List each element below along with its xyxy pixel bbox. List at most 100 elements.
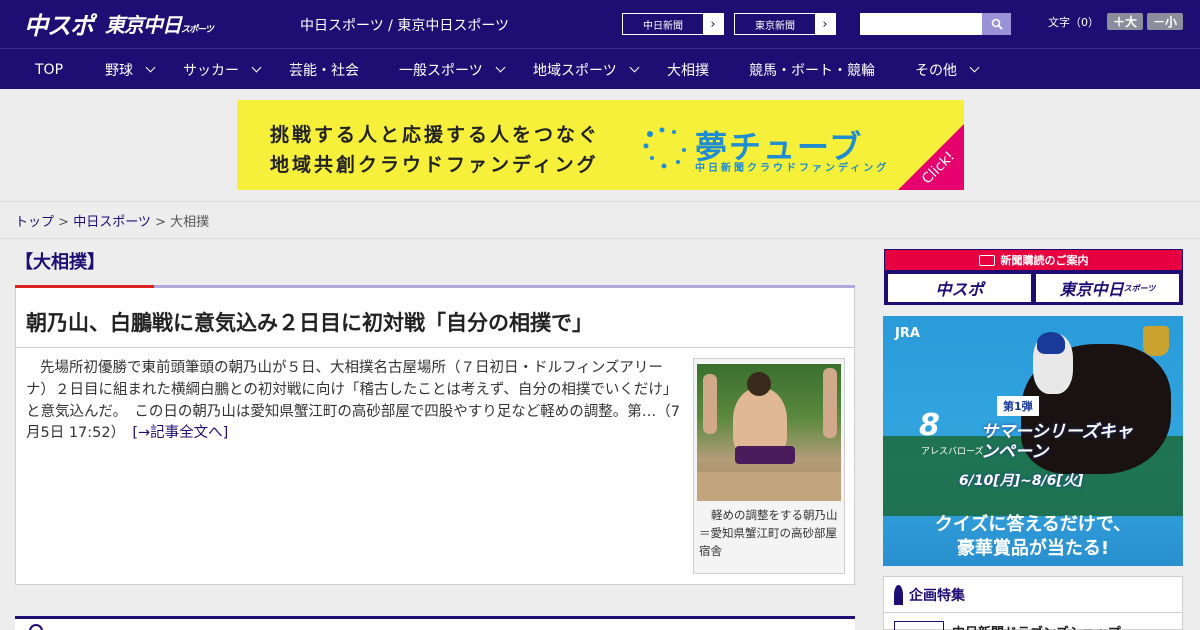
jra-dates: 6/10[月]~8/6[火] [959,473,1084,489]
chevron-down-icon [145,62,156,72]
search-box [860,13,1011,35]
feature-title: 企画特集 [909,587,965,604]
read-more-link[interactable]: [→記事全文へ] [132,425,228,441]
newspaper-icon [978,254,995,266]
nav-soccer[interactable]: サッカー [183,49,262,90]
nav-other[interactable]: その他 [915,49,980,90]
banner-line2: 地域共創クラウドファンディング [270,154,599,176]
top-header: 中スポ 東京中日スポーツ 中日スポーツ / 東京中日スポーツ 中日新聞 › 東京… [0,0,1200,48]
article-body: 先場所初優勝で東前頭筆頭の朝乃山が５日、大相撲名古屋場所（７日初日・ドルフィンズ… [26,358,684,445]
breadcrumb: トップ > 中日スポーツ > 大相撲 [0,201,1200,239]
logo-chuspo[interactable]: 中スポ [24,6,94,41]
chevron-down-icon [495,62,506,72]
article-card: 朝乃山、白鵬戦に意気込み２日目に初対戦「自分の相撲で」 先場所初優勝で東前頭筆頭… [15,288,855,585]
photo-figure [823,368,837,438]
feature-box: 企画特集 中日新聞ドラゴンズショップ [883,576,1183,630]
site-logo[interactable]: 中スポ 東京中日スポーツ [24,6,214,41]
feature-header: 企画特集 [884,577,1182,613]
nav-baseball[interactable]: 野球 [105,49,156,90]
chevron-down-icon [251,62,262,72]
article-body-text: 先場所初優勝で東前頭筆頭の朝乃山が５日、大相撲名古屋場所（７日初日・ドルフィンズ… [26,360,681,442]
main-nav: TOP 野球 サッカー 芸能・社会 一般スポーツ 地域スポーツ 大相撲 競馬・ボ… [0,48,1200,89]
chevron-right-icon: › [703,14,723,34]
nav-label: 芸能・社会 [289,62,359,79]
nav-entertainment[interactable]: 芸能・社会 [289,49,359,90]
nav-label: サッカー [183,62,239,79]
tokyo-shimbun-label: 東京新聞 [735,14,815,34]
jra-quiz-line1: クイズに答えるだけで、 [934,514,1132,535]
subscription-header: 新聞購読のご案内 [885,250,1182,270]
dots-logo-icon [643,127,686,169]
breadcrumb-home[interactable]: トップ [15,215,54,230]
tokyo-shimbun-link[interactable]: 東京新聞 › [734,13,836,35]
font-size-controls: 文字（0） ＋大 －小 [1048,13,1184,30]
logo-tokyo-chunichi[interactable]: 東京中日スポーツ [105,9,214,38]
logo-tokyo-text: 東京中日 [105,12,182,37]
photo-mawashi [735,446,795,464]
feature-thumb [894,621,944,630]
nav-label: 競馬・ボート・競輪 [749,62,875,79]
jra-campaign: サマーシリーズキャンペーン [981,422,1133,463]
subscription-label: 新聞購読のご案内 [1000,254,1089,267]
nav-label: 一般スポーツ [399,62,483,79]
nav-sumo[interactable]: 大相撲 [667,49,709,90]
ad-helmet [1037,332,1065,354]
banner-brand-sub: 中日新聞クラウドファンディング [695,163,890,174]
subscribe-tokyo-button[interactable]: 東京中日 スポーツ [1036,274,1179,302]
chunichi-shimbun-link[interactable]: 中日新聞 › [622,13,724,35]
jra-badge: 第1弾 [997,396,1039,416]
banner-area: 挑戦する人と応援する人をつなぐ 地域共創クラウドファンディング 夢チューブ 中日… [0,89,1200,201]
jra-number-sub: アレスバローズ [921,447,984,457]
font-increase-button[interactable]: ＋大 [1107,13,1144,30]
subscription-box: 新聞購読のご案内 中スポ 東京中日 スポーツ [884,249,1183,305]
photo-caption: 軽めの調整をする朝乃山＝愛知県蟹江町の高砂部屋宿舎 [699,508,838,558]
nav-label: 大相撲 [667,62,709,79]
article-photo[interactable] [697,364,841,501]
next-section-header [15,616,855,630]
nav-label: 地域スポーツ [533,62,617,79]
category-heading: 【大相撲】 [15,252,105,273]
jra-logo: JRA [895,326,920,341]
jra-number: 8 [919,408,940,443]
font-decrease-button[interactable]: －小 [1147,13,1184,30]
nav-label: TOP [35,61,64,78]
site-title: 中日スポーツ / 東京中日スポーツ [300,18,510,34]
subscribe-tokyo-label: 東京中日 [1059,280,1124,299]
breadcrumb-current: 大相撲 [170,215,210,230]
breadcrumb-sep: > [54,215,74,230]
photo-figure [703,374,717,434]
banner-line1: 挑戦する人と応援する人をつなぐ [270,124,601,146]
photo-head [747,372,771,396]
nav-racing[interactable]: 競馬・ボート・競輪 [749,49,875,90]
chevron-down-icon [629,62,640,72]
nav-top[interactable]: TOP [35,49,63,90]
nav-general-sports[interactable]: 一般スポーツ [399,49,506,90]
jra-quiz-line2: 豪華賞品が当たる! [956,538,1110,559]
nav-label: 野球 [105,62,133,79]
headline-divider [16,347,854,348]
photo-ring [697,472,841,501]
subscribe-tokyo-small: スポーツ [1123,283,1156,293]
search-button[interactable] [982,13,1011,35]
article-headline[interactable]: 朝乃山、白鵬戦に意気込み２日目に初対戦「自分の相撲で」 [26,307,593,337]
nav-local-sports[interactable]: 地域スポーツ [533,49,640,90]
jra-campaign-title: 8 アレスバローズ 第1弾 サマーシリーズキャンペーン 6/10[月]~8/6[… [919,396,1151,489]
article-photo-box: 軽めの調整をする朝乃山＝愛知県蟹江町の高砂部屋宿舎 [693,358,845,574]
search-icon [991,18,1003,30]
subscribe-chuspo-label: 中スポ [935,280,984,299]
crowdfunding-banner[interactable]: 挑戦する人と応援する人をつなぐ 地域共創クラウドファンディング 夢チューブ 中日… [237,100,964,190]
font-size-label: 文字（0） [1048,15,1099,29]
jra-ad[interactable]: JRA 8 アレスバローズ 第1弾 サマーシリーズキャンペーン 6/10[月]~… [883,316,1183,566]
chevron-right-icon: › [815,14,835,34]
search-input[interactable] [860,13,982,35]
subscribe-chuspo-button[interactable]: 中スポ [888,274,1031,302]
feature-item[interactable]: 中日新聞ドラゴンズショップ [894,621,1121,630]
logo-tokyo-small: スポーツ [181,24,214,35]
trophy-icon [1143,326,1169,356]
nav-label: その他 [915,62,957,79]
chunichi-shimbun-label: 中日新聞 [623,14,703,34]
breadcrumb-section[interactable]: 中日スポーツ [73,215,151,230]
section-icon [29,624,43,630]
breadcrumb-sep: > [150,215,171,230]
chevron-down-icon [969,62,980,72]
